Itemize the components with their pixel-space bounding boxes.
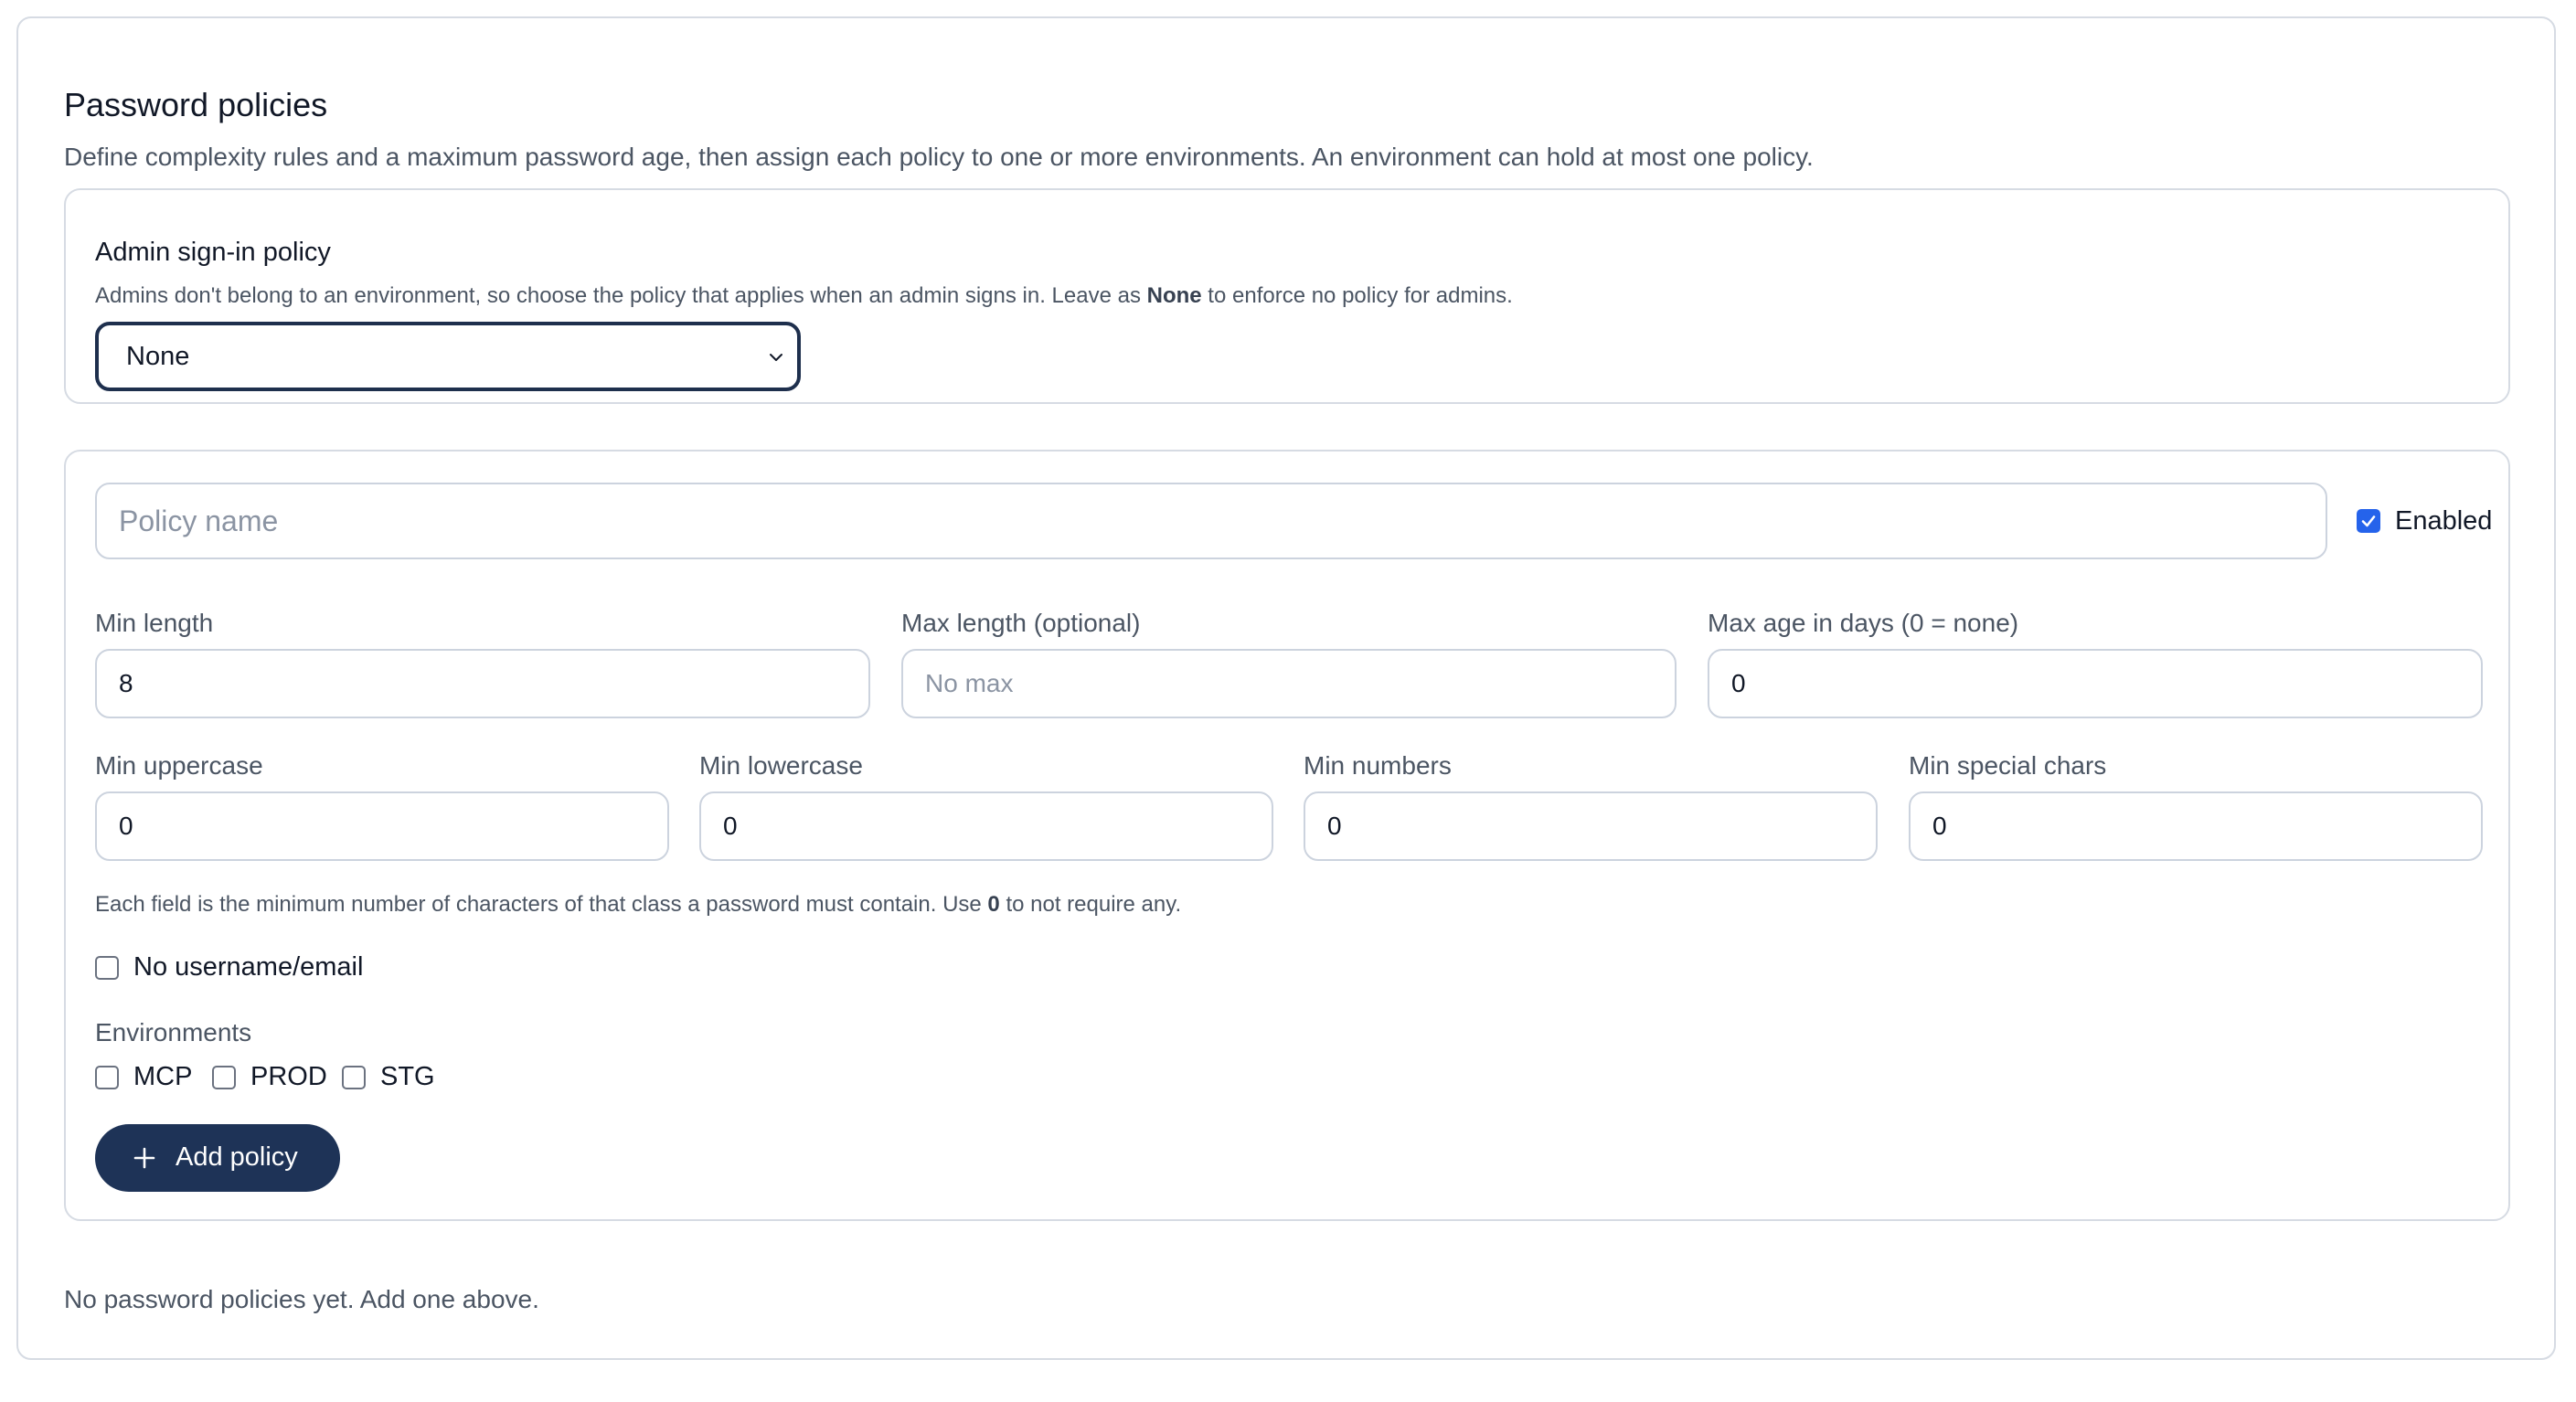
env-checkbox-prod[interactable] (212, 1066, 236, 1089)
env-checkbox-mcp[interactable] (95, 1066, 119, 1089)
admin-help-prefix: Admins don't belong to an environment, s… (95, 283, 1147, 308)
plus-icon (133, 1147, 155, 1169)
env-label-mcp: MCP (133, 1062, 193, 1091)
enabled-checkbox[interactable] (2357, 509, 2380, 533)
class-help-suffix: to not require any. (999, 892, 1182, 917)
min-numbers-input[interactable]: 0 (1304, 791, 1878, 861)
password-policies-panel: Password policies Define complexity rule… (16, 16, 2556, 1360)
environments-label: Environments (95, 1018, 252, 1046)
section-title: Password policies (64, 86, 328, 123)
admin-help-suffix: to enforce no policy for admins. (1201, 283, 1513, 308)
add-policy-button[interactable]: Add policy (95, 1124, 340, 1192)
max-age-label: Max age in days (0 = none) (1708, 609, 2019, 637)
max-age-input[interactable]: 0 (1708, 649, 2483, 718)
policy-name-input[interactable]: Policy name (95, 483, 2327, 559)
admin-policy-select-value: None (126, 342, 190, 371)
env-checkbox-stg[interactable] (342, 1066, 366, 1089)
no-username-label: No username/email (133, 952, 364, 982)
class-help-prefix: Each field is the minimum number of char… (95, 892, 988, 917)
admin-policy-help: Admins don't belong to an environment, s… (95, 283, 1513, 309)
admin-policy-title: Admin sign-in policy (95, 238, 331, 267)
checkmark-icon (2361, 515, 2376, 527)
max-length-input[interactable]: No max (901, 649, 1677, 718)
enabled-label: Enabled (2395, 506, 2493, 536)
env-label-prod: PROD (250, 1062, 327, 1091)
env-label-stg: STG (380, 1062, 435, 1091)
max-length-label: Max length (optional) (901, 609, 1141, 637)
min-uppercase-input[interactable]: 0 (95, 791, 669, 861)
min-numbers-label: Min numbers (1304, 751, 1452, 780)
chevron-down-icon (770, 354, 782, 361)
class-help-bold: 0 (987, 892, 1000, 917)
min-lowercase-input[interactable]: 0 (699, 791, 1273, 861)
admin-policy-card: Admin sign-in policy Admins don't belong… (64, 188, 2510, 404)
min-lowercase-label: Min lowercase (699, 751, 863, 780)
no-username-checkbox[interactable] (95, 956, 119, 980)
character-class-help: Each field is the minimum number of char… (95, 892, 1181, 918)
min-special-input[interactable]: 0 (1909, 791, 2483, 861)
new-policy-card: Policy name Enabled Min length 8 Max len… (64, 450, 2510, 1221)
min-length-input[interactable]: 8 (95, 649, 870, 718)
empty-state-message: No password policies yet. Add one above. (64, 1285, 539, 1313)
admin-policy-select[interactable]: None (95, 322, 801, 391)
admin-help-bold: None (1146, 283, 1202, 308)
min-uppercase-label: Min uppercase (95, 751, 263, 780)
min-length-label: Min length (95, 609, 214, 637)
add-policy-label: Add policy (176, 1142, 298, 1172)
min-special-label: Min special chars (1909, 751, 2107, 780)
section-description: Define complexity rules and a maximum pa… (64, 143, 1814, 171)
